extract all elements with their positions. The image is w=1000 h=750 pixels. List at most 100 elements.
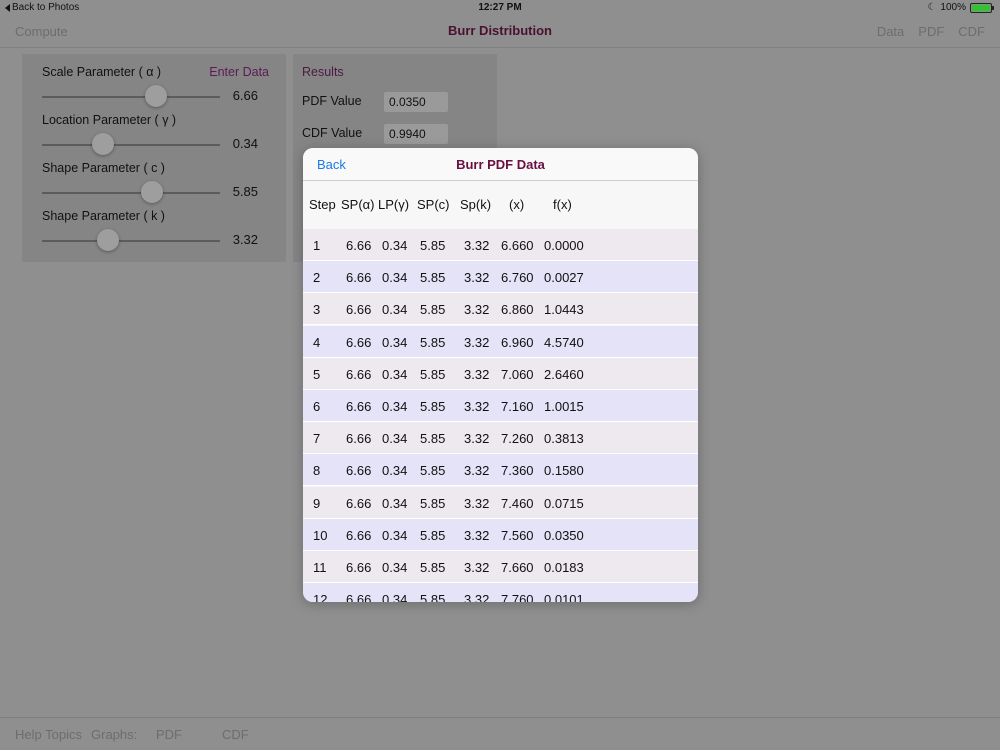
- status-time: 12:27 PM: [478, 2, 522, 13]
- table-body[interactable]: 1 6.66 0.34 5.85 3.32 6.660 0.0000 2 6.66 0.34 5.8…: [303, 229, 698, 602]
- cell-step: 12: [313, 592, 328, 602]
- cell-sp-k: 3.32: [464, 366, 490, 382]
- pdf-data-modal: Back Burr PDF Data Step SP(α) LP(γ) SP(c…: [303, 148, 698, 602]
- cell-step: 11: [313, 560, 327, 575]
- location-parameter-label: Location Parameter ( γ ): [42, 113, 177, 127]
- cell-x: 6.960: [501, 334, 534, 350]
- cell-fx: 1.0015: [544, 399, 584, 414]
- cell-lp-gamma: 0.34: [382, 366, 408, 382]
- cell-lp-gamma: 0.34: [382, 238, 408, 253]
- cell-lp-gamma: 0.34: [382, 334, 408, 350]
- cell-fx: 0.0101: [544, 592, 584, 602]
- cell-x: 6.660: [501, 238, 534, 253]
- modal-header: Back Burr PDF Data: [303, 148, 698, 181]
- cell-step: 2: [313, 270, 321, 286]
- table-row[interactable]: 12 6.66 0.34 5.85 3.32 7.760 0.0101: [303, 583, 698, 602]
- status-bar: Back to Photos 12:27 PM ☾ 100%: [0, 0, 1000, 16]
- cell-sp-alpha: 6.66: [346, 592, 372, 602]
- cdf-graph-button[interactable]: CDF: [222, 727, 249, 742]
- cell-sp-k: 3.32: [464, 399, 490, 414]
- nav-bar: Compute Burr Distribution Data PDF CDF: [0, 16, 1000, 48]
- cell-step: 4: [313, 334, 321, 350]
- cell-lp-gamma: 0.34: [382, 270, 408, 286]
- location-parameter-row: Location Parameter ( γ ) 0.34: [22, 102, 286, 155]
- pdf-value-field: 0.0350: [384, 92, 448, 112]
- cell-sp-alpha: 6.66: [346, 366, 372, 382]
- table-row[interactable]: 1 6.66 0.34 5.85 3.32 6.660 0.0000: [303, 229, 698, 261]
- table-header: Step SP(α) LP(γ) SP(c) Sp(k) (x) f(x): [303, 181, 698, 229]
- moon-icon: ☾: [927, 2, 937, 13]
- cell-lp-gamma: 0.34: [382, 495, 408, 511]
- shape-k-parameter-value: 3.32: [232, 232, 258, 247]
- cell-sp-k: 3.32: [464, 560, 490, 575]
- table-row[interactable]: 7 6.66 0.34 5.85 3.32 7.260 0.3813: [303, 422, 698, 455]
- cell-fx: 0.0000: [544, 238, 584, 253]
- cell-sp-c: 5.85: [420, 431, 446, 447]
- scale-parameter-slider[interactable]: [42, 85, 220, 107]
- table-row[interactable]: 2 6.66 0.34 5.85 3.32 6.760 0.0027: [303, 261, 698, 294]
- cell-x: 7.660: [501, 560, 534, 575]
- cell-sp-k: 3.32: [464, 302, 490, 318]
- cell-x: 6.760: [501, 270, 534, 286]
- column-header-sp-k: Sp(k): [460, 197, 492, 212]
- table-row[interactable]: 8 6.66 0.34 5.85 3.32 7.360 0.1580: [303, 454, 698, 487]
- table-row[interactable]: 5 6.66 0.34 5.85 3.32 7.060 2.6460: [303, 357, 698, 390]
- cell-x: 7.060: [501, 366, 534, 382]
- battery-icon: [970, 2, 994, 13]
- table-row[interactable]: 10 6.66 0.34 5.85 3.32 7.560 0.0350: [303, 518, 698, 551]
- cell-sp-k: 3.32: [464, 431, 490, 447]
- graphs-label: Graphs:: [91, 727, 138, 742]
- table-row[interactable]: 3 6.66 0.34 5.85 3.32 6.860 1.0443: [303, 293, 698, 326]
- cell-x: 6.860: [501, 302, 534, 318]
- location-parameter-slider[interactable]: [42, 133, 220, 155]
- cell-step: 10: [313, 527, 328, 543]
- cell-fx: 0.3813: [544, 431, 584, 447]
- battery-percent: 100%: [940, 2, 966, 13]
- cell-sp-k: 3.32: [464, 463, 490, 479]
- data-button[interactable]: Data: [877, 24, 904, 39]
- cell-lp-gamma: 0.34: [382, 527, 408, 543]
- column-header-lp-gamma: LP(γ): [378, 197, 410, 212]
- cell-fx: 0.0183: [544, 560, 584, 575]
- help-topics-button[interactable]: Help Topics: [15, 727, 82, 742]
- cell-lp-gamma: 0.34: [382, 399, 408, 414]
- table-row[interactable]: 4 6.66 0.34 5.85 3.32 6.960 4.5740: [303, 325, 698, 358]
- scale-parameter-label: Scale Parameter ( α ): [42, 65, 162, 79]
- cell-x: 7.260: [501, 431, 534, 447]
- cell-sp-c: 5.85: [420, 560, 446, 575]
- cell-x: 7.160: [501, 399, 534, 414]
- slider-thumb[interactable]: [96, 229, 119, 251]
- cell-sp-k: 3.32: [464, 270, 490, 286]
- column-header-step: Step: [309, 197, 336, 212]
- cell-sp-alpha: 6.66: [346, 560, 372, 575]
- cell-step: 7: [313, 431, 321, 447]
- shape-c-parameter-value: 5.85: [232, 184, 258, 199]
- cell-sp-c: 5.85: [420, 463, 446, 479]
- column-header-x: (x): [509, 197, 525, 212]
- status-right: ☾ 100%: [927, 2, 994, 13]
- column-header-sp-c: SP(c): [417, 197, 450, 212]
- cell-fx: 4.5740: [544, 334, 584, 350]
- cell-step: 5: [313, 366, 321, 382]
- cell-x: 7.460: [501, 495, 534, 511]
- cdf-value-field: 0.9940: [384, 124, 448, 144]
- cdf-button[interactable]: CDF: [958, 24, 985, 39]
- shape-c-parameter-slider[interactable]: [42, 181, 220, 203]
- table-row[interactable]: 11 6.66 0.34 5.85 3.32 7.660 0.0183: [303, 551, 698, 583]
- pdf-graph-button[interactable]: PDF: [156, 727, 182, 742]
- cdf-value-label: CDF Value: [302, 126, 363, 140]
- table-row[interactable]: 9 6.66 0.34 5.85 3.32 7.460 0.0715: [303, 486, 698, 519]
- cell-x: 7.760: [501, 592, 534, 602]
- cell-fx: 2.6460: [544, 366, 584, 382]
- table-row[interactable]: 6 6.66 0.34 5.85 3.32 7.160 1.0015: [303, 390, 698, 422]
- shape-c-parameter-label: Shape Parameter ( c ): [42, 161, 165, 175]
- nav-right-buttons: Data PDF CDF: [877, 24, 985, 39]
- cell-sp-k: 3.32: [464, 527, 490, 543]
- pdf-button[interactable]: PDF: [918, 24, 944, 39]
- shape-k-parameter-slider[interactable]: [42, 229, 220, 251]
- cell-sp-alpha: 6.66: [346, 495, 372, 511]
- cell-fx: 0.0350: [544, 527, 584, 543]
- cell-fx: 0.0715: [544, 495, 584, 511]
- cell-sp-c: 5.85: [420, 366, 446, 382]
- cell-sp-c: 5.85: [420, 399, 446, 414]
